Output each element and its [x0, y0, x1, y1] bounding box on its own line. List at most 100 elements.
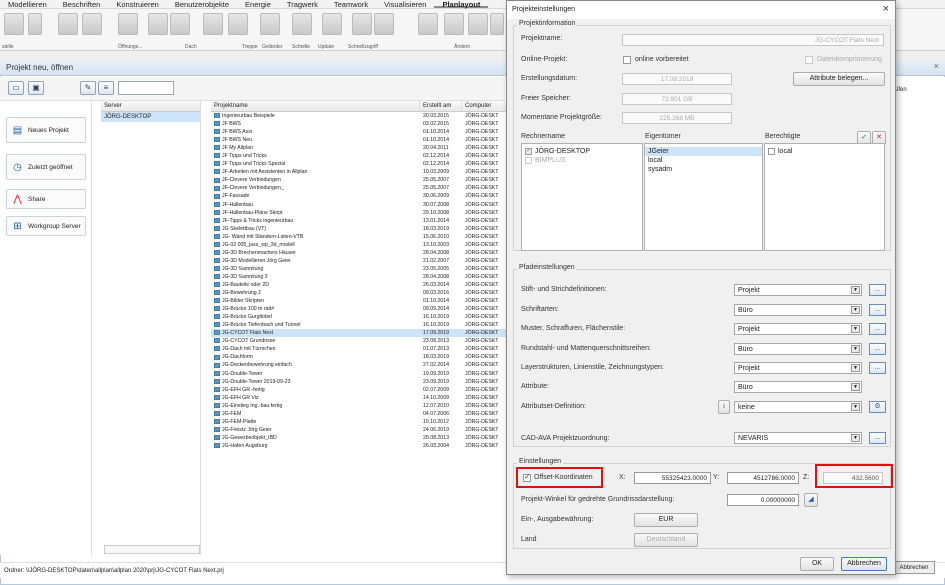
close-icon[interactable]: ×: [934, 61, 939, 71]
table-row[interactable]: JG-Brücke 100 m rad# 09.09.2014 JÖRG-DESKT: [211, 305, 507, 313]
list-item[interactable]: sysadm: [645, 165, 762, 174]
tab-energie[interactable]: Energie: [237, 0, 279, 9]
path-select[interactable]: Büro ▼: [734, 343, 862, 355]
cancel-button[interactable]: Abbrechen: [841, 557, 887, 571]
share-button[interactable]: ⋀ Share: [6, 189, 86, 209]
list-item[interactable]: BIMPLUS: [522, 156, 642, 165]
table-row[interactable]: JG-CYCOT Flats Next 17.09.2019 JÖRG-DESKT: [211, 329, 507, 338]
table-row[interactable]: JG-Freistz Jörg Geier 24.06.2019 JÖRG-DESK…: [211, 426, 507, 434]
table-row[interactable]: JF BWS 03.02.2015 JÖRG-DESKT: [211, 120, 507, 128]
ribbon-tool-icon[interactable]: [228, 13, 248, 35]
table-row[interactable]: JF-Clevere Verbindungen_ 25.05.2007 JÖRG-D…: [211, 184, 507, 192]
cad-select[interactable]: NEVARIS ▼: [734, 432, 862, 444]
table-row[interactable]: JG-EFH GR Viz 14.10.2009 JÖRG-DESKT: [211, 394, 507, 402]
table-row[interactable]: JF-Fassade 30.06.2009 JÖRG-DESKT: [211, 192, 507, 200]
online-checkbox[interactable]: [623, 56, 631, 64]
table-row[interactable]: JF BWS Neu 01.10.2014 JÖRG-DESKT: [211, 136, 507, 144]
ribbon-tool-icon[interactable]: [418, 13, 438, 35]
table-row[interactable]: JG-Brücke Gurgltobel 16.10.2019 JÖRG-DESKT: [211, 313, 507, 321]
list-item[interactable]: JGeier: [645, 147, 762, 156]
ribbon-tool-icon[interactable]: [292, 13, 312, 35]
new-project-button[interactable]: ▤ Neues Projekt: [6, 117, 86, 143]
ribbon-tool-icon[interactable]: [490, 13, 504, 35]
ribbon-tool-icon[interactable]: [118, 13, 138, 35]
table-row[interactable]: JG-FEM-Platte 10.10.2012 JÖRG-DESKT: [211, 418, 507, 426]
table-row[interactable]: JF Tipps und Tricks Spezial 02.12.2014 JÖR…: [211, 160, 507, 168]
tab-visualisieren[interactable]: Visualisieren: [376, 0, 434, 9]
path-select[interactable]: Projekt ▼: [734, 323, 862, 335]
server-item[interactable]: JÖRG-DESKTOP: [101, 112, 200, 122]
table-row[interactable]: JG-Double-Tower 2019-09-23 23.09.2019 JÖRG…: [211, 378, 507, 386]
table-row[interactable]: JG-Bauteile oder 2D 26.03.2014 JÖRG-DESKT: [211, 281, 507, 289]
list-item[interactable]: ✓ JÖRG-DESKTOP: [522, 147, 642, 156]
ribbon-tool-icon[interactable]: [170, 13, 190, 35]
browse-button[interactable]: …: [869, 323, 886, 335]
server-column-header[interactable]: Server: [101, 101, 200, 112]
table-row[interactable]: JF-Hallenbau 30.07.2008 JÖRG-DESKT: [211, 201, 507, 209]
table-row[interactable]: JF Tipps und Tricks 02.12.2014 JÖRG-DESKT: [211, 152, 507, 160]
browse-button[interactable]: …: [869, 284, 886, 296]
x-coordinate-field[interactable]: 55325423.0000: [634, 472, 711, 484]
ribbon-tool-icon[interactable]: [203, 13, 223, 35]
edit-icon[interactable]: ✎: [80, 81, 96, 95]
project-name-field[interactable]: JG-CYCOT Flats Next: [622, 34, 884, 46]
table-row[interactable]: JG-Bewehrung 2 09.03.2016 JÖRG-DESKT: [211, 289, 507, 297]
view-icon[interactable]: ▣: [28, 81, 44, 95]
horizontal-scrollbar[interactable]: [104, 545, 200, 554]
search-input[interactable]: [118, 81, 174, 95]
table-row[interactable]: JG- Wand mit Ständern-Listen-VTB 15.06.20…: [211, 233, 507, 241]
path-select[interactable]: Büro ▼: [734, 381, 862, 393]
table-row[interactable]: JF-Tipps & Tricks ingenieurbau 13.01.2014…: [211, 217, 507, 225]
currency-button[interactable]: EUR: [634, 513, 698, 527]
tab-beschriften[interactable]: Beschriften: [55, 0, 109, 9]
ribbon-tool-icon[interactable]: [148, 13, 168, 35]
cad-browse-button[interactable]: …: [869, 432, 886, 444]
close-icon[interactable]: ×: [883, 3, 889, 15]
y-coordinate-field[interactable]: 4512786.0000: [727, 472, 799, 484]
table-row[interactable]: JF-Hallenbau-Pläne Skript 29.10.2008 JÖRG-…: [211, 209, 507, 217]
table-row[interactable]: JG-EFH GR -fertig 02.07.2009 JÖRG-DESKT: [211, 386, 507, 394]
table-row[interactable]: JG-Einstieg Ing.-bau fertig 12.07.2010 JÖR…: [211, 402, 507, 410]
column-header-created[interactable]: Erstellt am: [420, 101, 462, 111]
ribbon-tool-icon[interactable]: [444, 13, 464, 35]
path-select[interactable]: Projekt ▼: [734, 284, 862, 296]
table-row[interactable]: JG-3D Brechenmachers Häuser 28.04.2008 JÖR…: [211, 249, 507, 257]
table-row[interactable]: JG-Gewerbeobjekt_IBD 28.08.2013 JÖRG-DESKT: [211, 434, 507, 442]
list-item[interactable]: local: [765, 147, 884, 156]
angle-field[interactable]: 0.00000000: [727, 494, 799, 506]
table-row[interactable]: JG Skelettbau (VT) 18.03.2019 JÖRG-DESKT: [211, 225, 507, 233]
table-row[interactable]: JG-Bilder Skripten 01.10.2014 JÖRG-DESKT: [211, 297, 507, 305]
recent-button[interactable]: ◷ Zuletzt geöffnet: [6, 154, 86, 180]
tab-benutzerobjekte[interactable]: Benutzerobjekte: [167, 0, 237, 9]
ribbon-tool-icon[interactable]: [28, 13, 42, 35]
ribbon-tool-icon[interactable]: [468, 13, 488, 35]
table-row[interactable]: JG-Hafen Augsburg 26.03.2004 JÖRG-DESKT: [211, 442, 507, 450]
table-row[interactable]: JG-Dach mit Türmchen 01.07.2013 JÖRG-DESKT: [211, 345, 507, 353]
angle-pick-icon[interactable]: ◢: [804, 493, 818, 507]
tab-planlayout[interactable]: Planlayout: [434, 0, 489, 9]
tab-modellieren[interactable]: Modellieren: [0, 0, 55, 9]
country-button[interactable]: Deutschland: [634, 533, 698, 547]
table-row[interactable]: JG-FEM 04.07.2006 JÖRG-DESKT: [211, 410, 507, 418]
ok-button[interactable]: OK: [800, 557, 834, 571]
ribbon-tool-icon[interactable]: [374, 13, 394, 35]
table-row[interactable]: JF-Clevere Verbindungen 25.05.2007 JÖRG-DE…: [211, 176, 507, 184]
tab-konstruieren[interactable]: Konstruieren: [108, 0, 167, 9]
background-cancel-button[interactable]: Abbrechen: [893, 561, 935, 574]
info-icon[interactable]: i: [718, 400, 730, 414]
ribbon-tool-icon[interactable]: [58, 13, 78, 35]
table-row[interactable]: JG-CYCOT Grundrisse 23.08.2013 JÖRG-DESKT: [211, 337, 507, 345]
table-row[interactable]: JG-3D Sammlung 3 28.04.2008 JÖRG-DESKT: [211, 273, 507, 281]
ribbon-tool-icon[interactable]: [82, 13, 102, 35]
browse-button[interactable]: …: [869, 362, 886, 374]
table-row[interactable]: JG-3D Modellieren Jörg Geier 21.02.2007 JÖ…: [211, 257, 507, 265]
column-header-computer[interactable]: Computer: [462, 101, 507, 111]
table-row[interactable]: JG-02 005_jass_wp_3d_modell 13.10.2003 JÖR…: [211, 241, 507, 249]
settings-gear-icon[interactable]: ⚙: [869, 401, 886, 413]
table-row[interactable]: JF BWS Assi 01.10.2014 JÖRG-DESKT: [211, 128, 507, 136]
workgroup-server-button[interactable]: ⊞ Workgroup Server: [6, 216, 86, 236]
ribbon-tool-icon[interactable]: [322, 13, 342, 35]
compress-checkbox[interactable]: [805, 56, 813, 64]
ribbon-tool-icon[interactable]: [352, 13, 372, 35]
table-row[interactable]: JG-Dachform 18.03.2019 JÖRG-DESKT: [211, 353, 507, 361]
